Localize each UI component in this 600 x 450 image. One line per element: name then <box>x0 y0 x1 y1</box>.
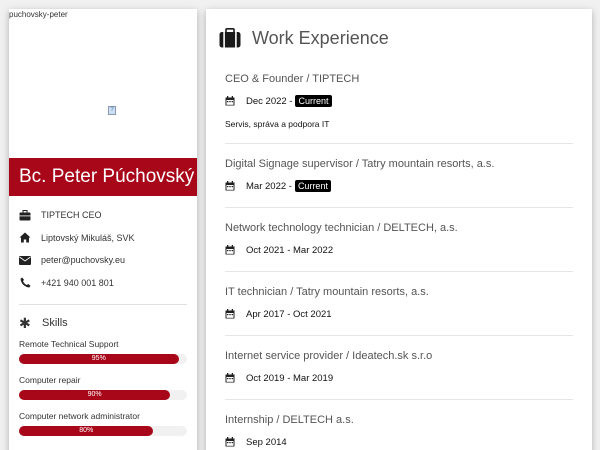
contact-text[interactable]: peter@puchovsky.eu <box>41 255 125 265</box>
suitcase-icon <box>219 28 241 48</box>
contact-location: Liptovský Mikuláš, SVK <box>19 227 187 250</box>
profile-name: Bc. Peter Púchovský <box>9 158 197 196</box>
job-title: IT technician / Tatry mountain resorts, … <box>225 286 429 298</box>
skill-item: Computer network administrator 80% <box>9 411 197 436</box>
skill-bar: 90% <box>19 390 187 400</box>
job-date: Mar 2022 - <box>246 180 292 192</box>
job-date-row: Oct 2019 - Mar 2019 <box>225 371 573 385</box>
contact-list: TIPTECH CEO Liptovský Mikuláš, SVK peter… <box>9 196 197 294</box>
photo-alt-text: puchovsky-peter <box>9 10 68 19</box>
contact-text: Liptovský Mikuláš, SVK <box>41 232 135 243</box>
skill-bar-fill: 80% <box>19 426 154 436</box>
job-entry: Digital Signage supervisor / Tatry mount… <box>225 144 573 208</box>
envelope-icon <box>19 254 31 266</box>
contact-text: TIPTECH CEO <box>41 210 102 221</box>
job-date: Oct 2019 - Mar 2019 <box>246 372 334 384</box>
calendar-icon <box>225 309 235 319</box>
home-icon <box>19 232 31 244</box>
skill-label: Remote Technical Support <box>19 339 119 349</box>
contact-email[interactable]: peter@puchovsky.eu <box>19 249 187 272</box>
job-date-row: Oct 2021 - Mar 2022 <box>225 243 573 257</box>
job-date: Apr 2017 - Oct 2021 <box>246 308 332 320</box>
job-entry: Network technology technician / DELTECH,… <box>225 208 573 272</box>
calendar-icon <box>225 96 235 106</box>
job-date-row: Dec 2022 - Current <box>225 94 573 108</box>
job-date: Dec 2022 - <box>246 95 293 107</box>
calendar-icon <box>225 373 235 383</box>
skill-label: Computer repair <box>19 375 81 385</box>
calendar-icon <box>225 181 235 191</box>
job-date: Sep 2014 <box>246 436 287 448</box>
job-date-row: Apr 2017 - Oct 2021 <box>225 307 573 321</box>
job-date-row: Mar 2022 - Current <box>225 179 573 193</box>
contact-phone[interactable]: +421 940 001 801 <box>19 272 187 295</box>
broken-image-icon: ? <box>108 106 116 115</box>
job-title: Internship / DELTECH a.s. <box>225 414 354 426</box>
calendar-icon <box>225 245 235 255</box>
skill-bar: 80% <box>19 426 187 436</box>
job-entry: Internship / DELTECH a.s. Sep 2014 <box>225 400 573 450</box>
job-title: Internet service provider / Ideatech.sk … <box>225 350 433 362</box>
job-title: Network technology technician / DELTECH,… <box>225 222 458 234</box>
profile-card: puchovsky-peter ? Bc. Peter Púchovský TI… <box>9 9 197 450</box>
skill-bar-fill: 95% <box>19 354 179 364</box>
skills-title: Skills <box>42 317 68 329</box>
experience-heading: Work Experience <box>206 9 592 51</box>
experience-card: Work Experience CEO & Founder / TIPTECH … <box>206 9 592 450</box>
job-date-row: Sep 2014 <box>225 435 573 449</box>
skill-item: Remote Technical Support 95% <box>9 339 197 364</box>
current-badge: Current <box>295 95 332 107</box>
calendar-icon <box>225 437 235 447</box>
skill-bar-fill: 90% <box>19 390 171 400</box>
job-list: CEO & Founder / TIPTECH Dec 2022 - Curre… <box>206 51 592 450</box>
job-title: CEO & Founder / TIPTECH <box>225 73 360 85</box>
asterisk-icon: ✱ <box>19 315 31 331</box>
briefcase-icon <box>19 209 31 221</box>
current-badge: Current <box>294 180 331 192</box>
job-entry: Internet service provider / Ideatech.sk … <box>225 336 573 400</box>
skill-bar: 95% <box>19 354 187 364</box>
job-date: Oct 2021 - Mar 2022 <box>246 244 334 256</box>
job-entry: IT technician / Tatry mountain resorts, … <box>225 272 573 336</box>
phone-icon <box>19 277 31 289</box>
job-description: Servis, správa a podpora IT <box>225 119 330 129</box>
skills-heading: ✱ Skills <box>9 305 197 339</box>
skill-label: Computer network administrator <box>19 411 140 421</box>
contact-text[interactable]: +421 940 001 801 <box>41 278 114 288</box>
job-title: Digital Signage supervisor / Tatry mount… <box>225 158 495 170</box>
skill-item: Computer repair 90% <box>9 375 197 400</box>
experience-title: Work Experience <box>252 27 389 48</box>
job-entry: CEO & Founder / TIPTECH Dec 2022 - Curre… <box>225 51 573 144</box>
contact-job: TIPTECH CEO <box>19 204 187 227</box>
profile-photo: puchovsky-peter ? <box>9 9 197 158</box>
